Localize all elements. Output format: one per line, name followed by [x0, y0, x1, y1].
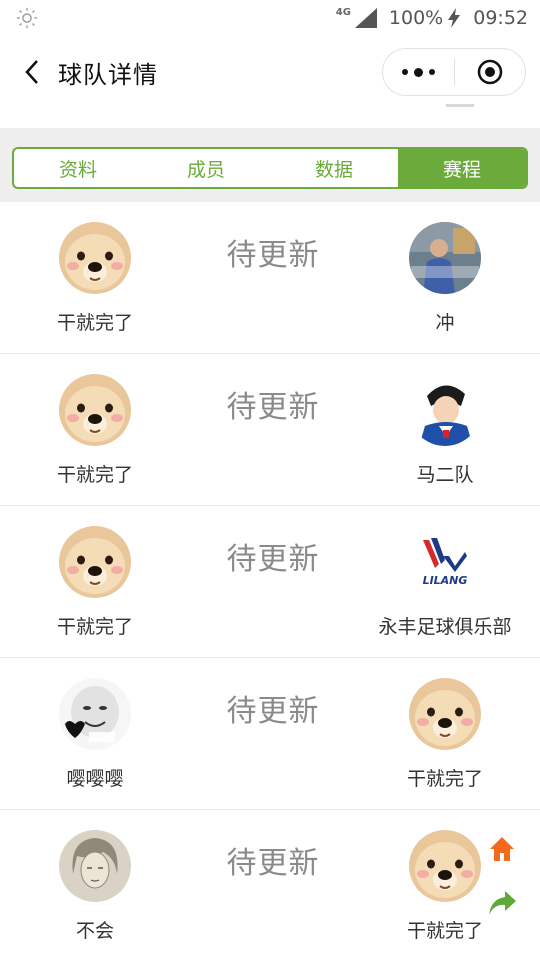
- tab-info[interactable]: 资料: [14, 149, 142, 187]
- miniprogram-capsule: [382, 48, 526, 96]
- charging-icon: [448, 8, 461, 28]
- target-icon: [477, 59, 502, 85]
- away-team[interactable]: 冲: [350, 222, 540, 335]
- match-status: 待更新: [226, 694, 320, 729]
- nav-bar: 球队详情: [0, 36, 540, 108]
- tab-bar: 资料 成员 数据 赛程: [12, 147, 528, 189]
- scroll-peek: [446, 104, 474, 107]
- home-team-name: 干就完了: [56, 616, 133, 638]
- team-avatar: [59, 678, 131, 750]
- home-team[interactable]: 不会: [0, 830, 190, 943]
- match-row[interactable]: 干就完了 待更新 马二队: [0, 354, 540, 506]
- signal-icon: [354, 8, 377, 28]
- match-status: 待更新: [226, 390, 320, 425]
- page-title: 球队详情: [58, 60, 158, 89]
- home-button[interactable]: [485, 832, 519, 866]
- team-avatar: [59, 830, 131, 902]
- away-team-name: 干就完了: [406, 920, 483, 942]
- back-button[interactable]: [12, 52, 52, 92]
- status-bar: 4G 100% 09:52: [0, 0, 540, 36]
- team-avatar: [59, 222, 131, 294]
- team-avatar: [409, 830, 481, 902]
- home-team[interactable]: 干就完了: [0, 222, 190, 335]
- tab-schedule[interactable]: 赛程: [398, 149, 526, 187]
- home-team[interactable]: 干就完了: [0, 526, 190, 639]
- close-miniprogram-button[interactable]: [455, 49, 526, 95]
- home-team-name: 干就完了: [56, 464, 133, 486]
- network-type: 4G: [335, 6, 351, 18]
- away-team-name: 干就完了: [406, 768, 483, 790]
- match-row[interactable]: 不会 待更新 干就完了: [0, 810, 540, 960]
- more-dot-icon: [413, 67, 423, 77]
- team-avatar: [409, 678, 481, 750]
- team-avatar: [409, 374, 481, 446]
- share-button[interactable]: [485, 886, 519, 920]
- match-row[interactable]: 嘤嘤嘤 待更新 干就完了: [0, 658, 540, 810]
- match-row[interactable]: 干就完了 待更新 冲: [0, 202, 540, 354]
- away-team[interactable]: 马二队: [350, 374, 540, 487]
- home-team-name: 不会: [75, 920, 114, 942]
- home-icon: [490, 837, 514, 861]
- away-team[interactable]: 干就完了: [350, 678, 540, 791]
- more-dot-icon: [401, 69, 408, 75]
- away-team[interactable]: LILANG 永丰足球俱乐部: [350, 526, 540, 639]
- more-dot-icon: [428, 69, 435, 75]
- tab-bar-container: 资料 成员 数据 赛程: [0, 128, 540, 202]
- team-avatar: [59, 374, 131, 446]
- tab-members[interactable]: 成员: [142, 149, 270, 187]
- share-icon: [489, 891, 516, 915]
- match-row[interactable]: 干就完了 待更新 LILANG 永丰足球俱乐部: [0, 506, 540, 658]
- team-avatar: [409, 222, 481, 294]
- battery-percent: 100%: [388, 7, 444, 29]
- home-team[interactable]: 嘤嘤嘤: [0, 678, 190, 791]
- away-team-name: 马二队: [416, 464, 474, 486]
- away-team-name: 冲: [435, 312, 455, 334]
- more-menu-button[interactable]: [383, 49, 454, 95]
- chevron-left-icon: [25, 60, 38, 84]
- home-team-name: 干就完了: [56, 312, 133, 334]
- lilang-logo: LILANG: [409, 526, 481, 598]
- match-status: 待更新: [226, 846, 320, 881]
- tab-stats[interactable]: 数据: [270, 149, 398, 187]
- svg-text:LILANG: LILANG: [423, 574, 468, 587]
- away-team-name: 永丰足球俱乐部: [378, 616, 512, 638]
- brightness-icon: [16, 7, 38, 29]
- home-team-name: 嘤嘤嘤: [66, 768, 124, 790]
- match-status: 待更新: [226, 542, 320, 577]
- home-team[interactable]: 干就完了: [0, 374, 190, 487]
- clock: 09:52: [473, 7, 528, 29]
- match-status: 待更新: [226, 238, 320, 273]
- team-avatar: [59, 526, 131, 598]
